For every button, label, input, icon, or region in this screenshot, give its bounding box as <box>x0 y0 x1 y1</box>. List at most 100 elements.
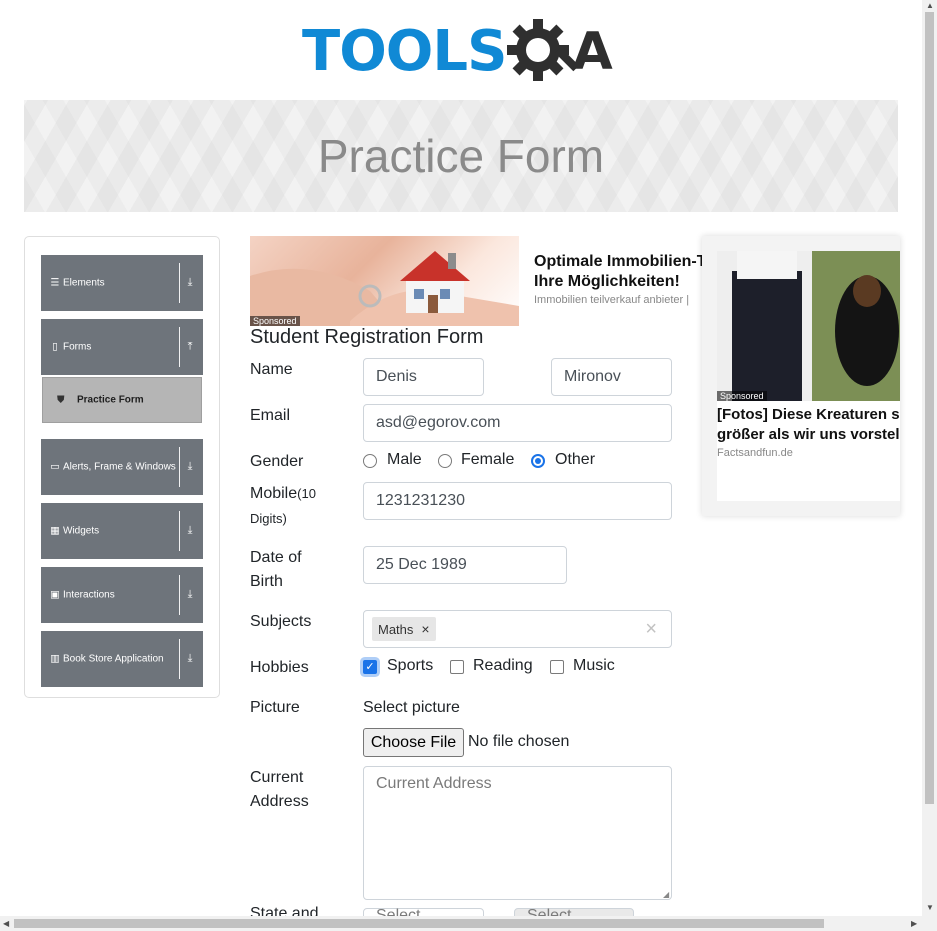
ad-title-line2[interactable]: größer als wir uns vorstelle <box>717 425 900 445</box>
ad-title-line1[interactable]: Optimale Immobilien-T <box>534 252 704 272</box>
divider <box>179 511 180 551</box>
page-title: Practice Form <box>317 130 605 182</box>
mobile-hint-2: Digits) <box>250 511 287 526</box>
divider <box>179 327 180 367</box>
choose-file-button[interactable]: Choose File <box>363 728 464 757</box>
divider <box>179 263 180 303</box>
address-label-line2: Address <box>250 793 309 810</box>
download-arrow-icon[interactable]: ⤓ <box>183 653 197 666</box>
mobile-label-text: Mobile <box>250 485 298 502</box>
sidebar-group-label: Book Store Application <box>63 653 164 665</box>
sidebar-group-label: Alerts, Frame & Windows <box>63 461 176 473</box>
page-banner: Practice Form <box>24 100 898 212</box>
gender-male-radio[interactable] <box>363 454 377 468</box>
list-icon: ☰ <box>50 277 60 289</box>
hobby-music-checkbox[interactable] <box>550 660 564 674</box>
sidebar-group-interactions[interactable]: ▣ Interactions ⤓ <box>41 567 203 623</box>
ad-title[interactable]: [Fotos] Diese Kreaturen sir größer als w… <box>717 405 900 445</box>
divider <box>179 639 180 679</box>
hobby-reading-label[interactable]: Reading <box>473 657 533 675</box>
clear-icon[interactable]: × <box>645 618 663 641</box>
ad-source[interactable]: Immobilien teilverkauf anbieter | <box>534 294 704 306</box>
first-name-input[interactable]: Denis <box>363 358 484 396</box>
state-select[interactable]: Select <box>363 908 484 916</box>
picture-label: Picture <box>250 699 300 716</box>
vertical-scrollbar[interactable]: ▲ ▼ <box>922 0 937 916</box>
ad-source[interactable]: Factsandfun.de <box>717 447 793 459</box>
html5-icon: ⛊ <box>57 394 65 406</box>
city-select[interactable]: Select <box>514 908 634 916</box>
sidebar-group-label: Widgets <box>63 525 100 537</box>
sidebar-group-elements[interactable]: ☰ Elements ⤓ <box>41 255 203 311</box>
mobile-label: Mobile(10 <box>250 482 316 506</box>
last-name-input[interactable]: Mironov <box>551 358 672 396</box>
books-icon: ▥ <box>50 653 60 665</box>
sidebar-group-forms[interactable]: ▯ Forms ⤒ <box>41 319 203 375</box>
ad-title[interactable]: Optimale Immobilien-T Ihre Möglichkeiten… <box>534 252 704 292</box>
divider <box>179 447 180 487</box>
resize-handle-icon[interactable]: ◢ <box>663 890 669 899</box>
gender-label: Gender <box>250 453 304 470</box>
mobile-input[interactable]: 1231231230 <box>363 482 672 520</box>
state-city-label: State and <box>250 906 319 916</box>
gender-female-label[interactable]: Female <box>461 451 514 469</box>
state-city-row: State and Select Select <box>0 906 922 916</box>
scroll-left-icon[interactable]: ◀ <box>3 919 9 928</box>
logo-text-tools: TOOLS <box>302 19 507 84</box>
address-label: Current Address <box>250 766 309 814</box>
gender-other-label[interactable]: Other <box>555 451 595 469</box>
toolsqa-logo[interactable]: TOOLS A <box>302 16 613 88</box>
sidebar-group-label: Forms <box>63 341 92 353</box>
house-illustration <box>250 251 519 326</box>
email-label: Email <box>250 407 291 424</box>
current-address-textarea[interactable]: Current Address <box>363 766 672 900</box>
hobbies-label: Hobbies <box>250 659 309 676</box>
gender-male-label[interactable]: Male <box>387 451 422 469</box>
remove-tag-icon[interactable]: × <box>419 621 435 637</box>
email-input[interactable]: asd@egorov.com <box>363 404 672 442</box>
ad-card[interactable]: Sponsored [Fotos] Diese Kreaturen sir gr… <box>717 251 900 501</box>
download-arrow-icon[interactable]: ⤓ <box>183 277 197 290</box>
download-arrow-icon[interactable]: ⤓ <box>183 461 197 474</box>
dob-label: Date of Birth <box>250 546 302 594</box>
form-title: Student Registration Form <box>250 326 484 348</box>
mobile-hint: (10 <box>297 486 316 501</box>
horizontal-scrollbar[interactable]: ◀ ▶ <box>0 916 937 931</box>
scroll-down-icon[interactable]: ▼ <box>926 903 934 912</box>
window-icon: ▭ <box>50 461 60 473</box>
dob-label-line1: Date of <box>250 549 302 566</box>
ad-panel-right[interactable]: Sponsored [Fotos] Diese Kreaturen sir gr… <box>702 236 900 516</box>
hobby-reading-checkbox[interactable] <box>450 660 464 674</box>
scroll-right-icon[interactable]: ▶ <box>911 919 917 928</box>
gender-other-radio[interactable] <box>531 454 545 468</box>
ad-image-house[interactable]: Sponsored <box>250 236 519 326</box>
sidebar: ☰ Elements ⤓ ▯ Forms ⤒ ⛊ Practice Form ▭… <box>24 236 220 698</box>
hobby-music-label[interactable]: Music <box>573 657 615 675</box>
sidebar-group-widgets[interactable]: ▦ Widgets ⤓ <box>41 503 203 559</box>
scroll-up-icon[interactable]: ▲ <box>926 1 934 10</box>
horizontal-scroll-thumb[interactable] <box>14 919 824 928</box>
hobby-sports-label[interactable]: Sports <box>387 657 433 675</box>
no-file-text: No file chosen <box>468 733 570 750</box>
gender-female-radio[interactable] <box>438 454 452 468</box>
sidebar-group-alerts[interactable]: ▭ Alerts, Frame & Windows ⤓ <box>41 439 203 495</box>
divider <box>179 575 180 615</box>
grid-icon: ▦ <box>50 525 60 537</box>
sidebar-group-label: Interactions <box>63 589 115 601</box>
dob-input[interactable]: 25 Dec 1989 <box>363 546 567 584</box>
hobby-sports-checkbox[interactable]: ✓ <box>363 660 377 674</box>
download-arrow-icon[interactable]: ⤓ <box>183 589 197 602</box>
download-arrow-icon[interactable]: ⤓ <box>183 525 197 538</box>
ad-title-line2[interactable]: Ihre Möglichkeiten! <box>534 272 704 292</box>
upload-arrow-icon[interactable]: ⤒ <box>183 341 197 354</box>
document-icon: ▯ <box>52 341 58 353</box>
sidebar-group-book-store[interactable]: ▥ Book Store Application ⤓ <box>41 631 203 687</box>
ad-title-line1[interactable]: [Fotos] Diese Kreaturen sir <box>717 405 900 425</box>
vertical-scroll-thumb[interactable] <box>925 12 934 804</box>
subjects-input[interactable]: Maths × × <box>363 610 672 648</box>
sidebar-item-practice-form[interactable]: ⛊ Practice Form <box>42 377 202 423</box>
picture-prompt: Select picture <box>363 699 460 716</box>
sidebar-group-label: Elements <box>63 277 105 289</box>
sponsored-badge: Sponsored <box>250 316 300 326</box>
address-label-line1: Current <box>250 769 304 786</box>
